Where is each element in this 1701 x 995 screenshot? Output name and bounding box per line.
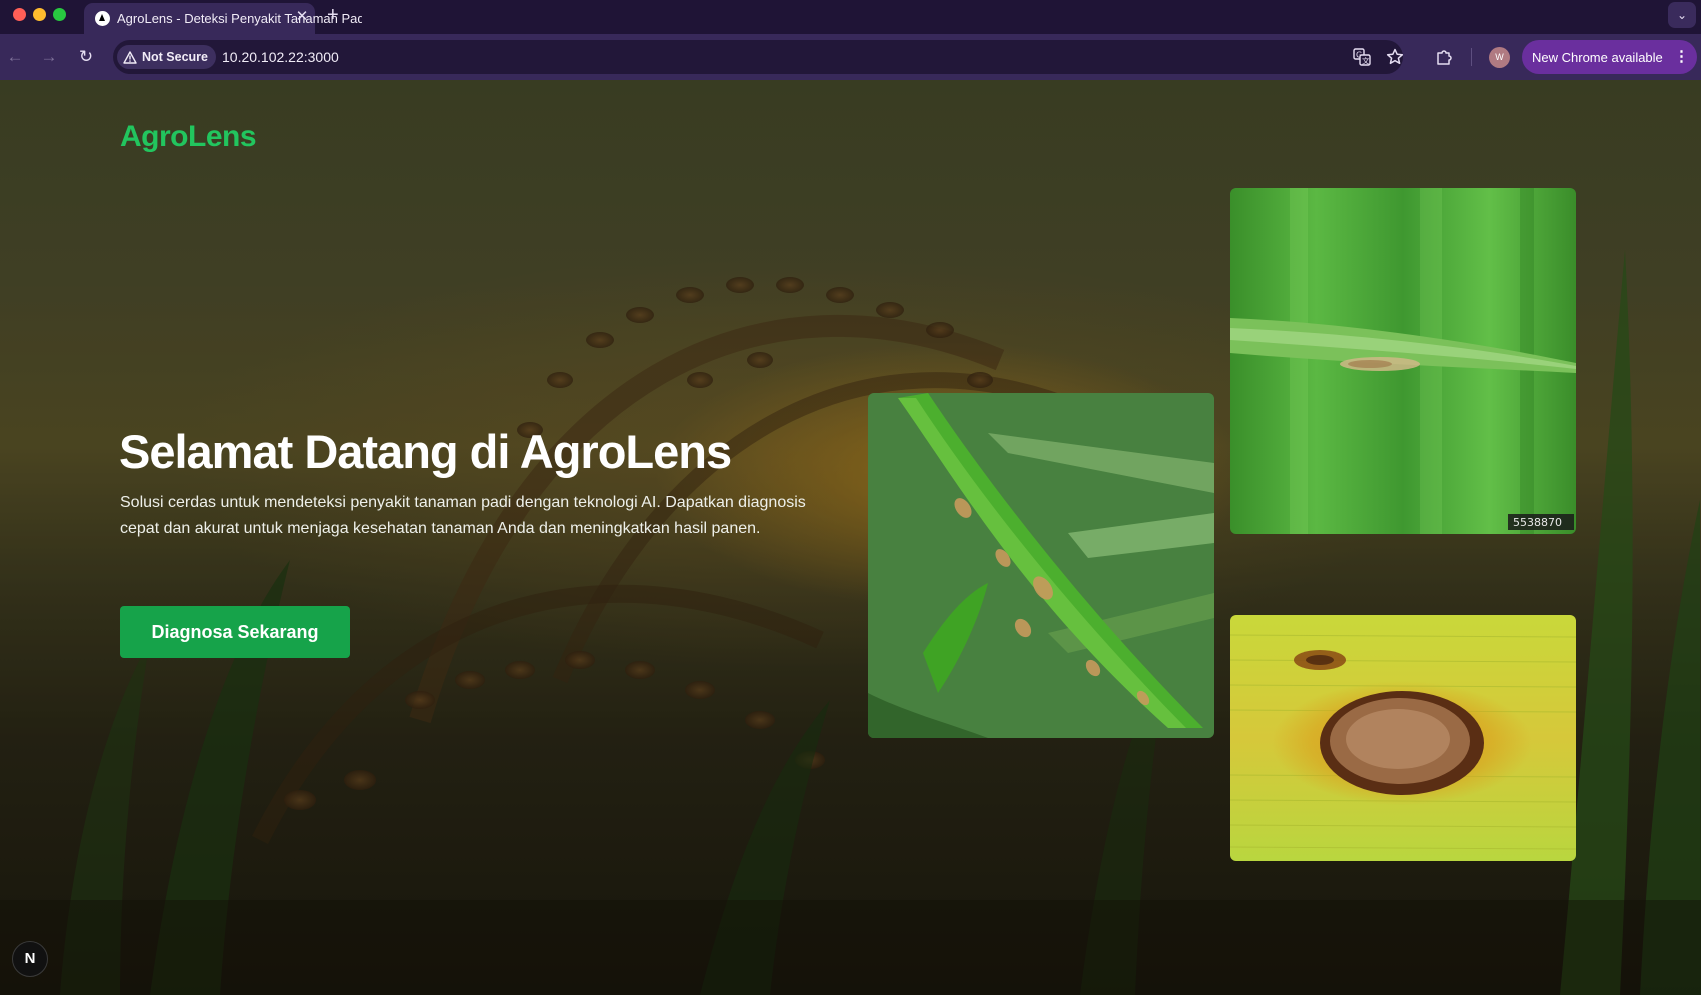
toolbar-divider [1471, 48, 1472, 66]
photo-watermark: 5538870 [1513, 516, 1562, 529]
nextjs-dev-indicator-button[interactable]: N [12, 941, 48, 977]
rice-leaf-brown-spot-closeup-photo [1230, 615, 1576, 861]
update-label: New Chrome available [1532, 50, 1663, 65]
window-zoom-button[interactable] [53, 8, 66, 21]
profile-avatar[interactable]: W [1489, 47, 1510, 68]
security-label: Not Secure [142, 50, 208, 64]
hero-title: Selamat Datang di AgroLens [119, 425, 732, 478]
rice-leaf-blast-lesion-photo: 5538870 [1230, 188, 1576, 534]
rice-leaf-brown-spots-photo [868, 393, 1214, 738]
hero-section: AgroLens Selamat Datang di AgroLens Solu… [0, 80, 1701, 995]
tab-search-menu-button[interactable]: ⌄ [1668, 2, 1696, 28]
address-bar[interactable]: Not Secure 10.20.102.22:3000 G文 [113, 40, 1405, 74]
back-button[interactable]: ← [3, 45, 27, 69]
extensions-puzzle-icon[interactable] [1434, 46, 1456, 68]
chrome-update-button[interactable]: New Chrome available ⋮ [1522, 40, 1697, 74]
svg-text:文: 文 [1362, 55, 1370, 65]
diagnose-now-button[interactable]: Diagnosa Sekarang [120, 606, 350, 658]
window-close-button[interactable] [13, 8, 26, 21]
new-tab-button[interactable]: + [327, 4, 339, 26]
brand-logo[interactable]: AgroLens [120, 120, 257, 154]
kebab-menu-icon[interactable]: ⋮ [1674, 47, 1689, 67]
translate-icon[interactable]: G文 [1352, 47, 1372, 67]
tab-title: AgroLens - Deteksi Penyakit Tanaman Padi [117, 11, 362, 26]
hero-description: Solusi cerdas untuk mendeteksi penyakit … [120, 494, 806, 537]
tab-close-icon[interactable]: ✕ [293, 8, 311, 26]
security-indicator[interactable]: Not Secure [117, 45, 216, 69]
site-favicon-icon [95, 11, 110, 26]
forward-button[interactable]: → [37, 45, 61, 69]
browser-tab-strip: AgroLens - Deteksi Penyakit Tanaman Padi… [0, 0, 1701, 34]
reload-button[interactable]: ↻ [74, 45, 98, 69]
url-text[interactable]: 10.20.102.22:3000 [222, 49, 339, 65]
bookmark-star-icon[interactable] [1385, 47, 1405, 67]
browser-tab-active[interactable]: AgroLens - Deteksi Penyakit Tanaman Padi… [84, 3, 362, 34]
browser-toolbar: ← → ↻ Not Secure 10.20.102.22:3000 G文 W … [0, 34, 1701, 80]
window-minimize-button[interactable] [33, 8, 46, 21]
warning-triangle-icon [123, 50, 137, 64]
